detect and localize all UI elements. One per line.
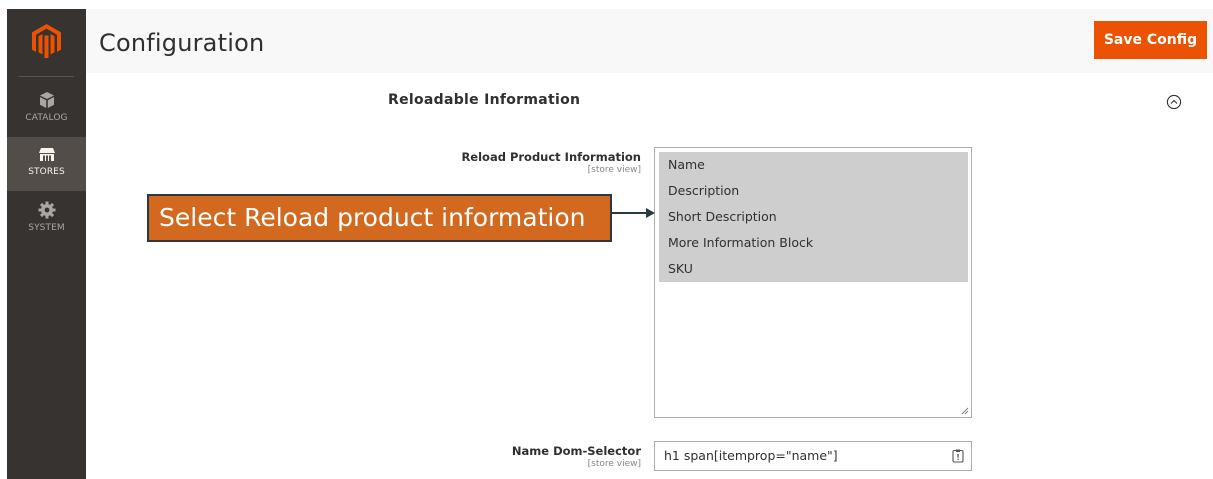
option-name[interactable]: Name	[659, 152, 968, 178]
reload-info-scope: [store view]	[587, 165, 641, 175]
magento-logo-icon	[32, 24, 61, 58]
reload-info-label: Reload Product Information	[461, 150, 641, 164]
clipboard-icon[interactable]	[952, 449, 964, 463]
name-selector-scope: [store view]	[587, 459, 641, 469]
sidebar-item-label: STORES	[28, 167, 65, 177]
gear-icon	[38, 201, 56, 219]
resize-handle-icon[interactable]	[961, 407, 969, 415]
option-description[interactable]: Description	[659, 178, 968, 204]
option-more-information-block[interactable]: More Information Block	[659, 230, 968, 256]
sidebar-divider	[19, 76, 74, 77]
admin-sidebar: CATALOG STORES SYSTEM	[7, 9, 86, 479]
sidebar-item-label: CATALOG	[25, 113, 68, 123]
sidebar-item-stores[interactable]: STORES	[7, 137, 86, 191]
sidebar-item-label: SYSTEM	[28, 223, 65, 233]
cube-icon	[40, 92, 54, 108]
sidebar-item-catalog[interactable]: CATALOG	[7, 83, 86, 137]
option-sku[interactable]: SKU	[659, 256, 968, 282]
save-config-button[interactable]: Save Config	[1094, 21, 1207, 59]
section-title[interactable]: Reloadable Information	[388, 92, 580, 108]
name-selector-label: Name Dom-Selector	[511, 444, 641, 458]
option-list: Name Description Short Description More …	[659, 152, 968, 282]
sidebar-item-system[interactable]: SYSTEM	[7, 193, 86, 247]
logo[interactable]	[7, 9, 86, 75]
page-title: Configuration	[99, 29, 265, 57]
tutorial-callout: Select Reload product information	[147, 194, 612, 242]
option-short-description[interactable]: Short Description	[659, 204, 968, 230]
chevron-up-circle-icon[interactable]	[1166, 94, 1182, 110]
page-header: Configuration Save Config	[86, 9, 1213, 73]
reload-info-multiselect[interactable]: Name Description Short Description More …	[654, 147, 972, 418]
store-icon	[39, 148, 55, 161]
arrow-right-icon	[612, 208, 655, 218]
name-selector-input[interactable]: h1 span[itemprop="name"]	[654, 441, 972, 471]
